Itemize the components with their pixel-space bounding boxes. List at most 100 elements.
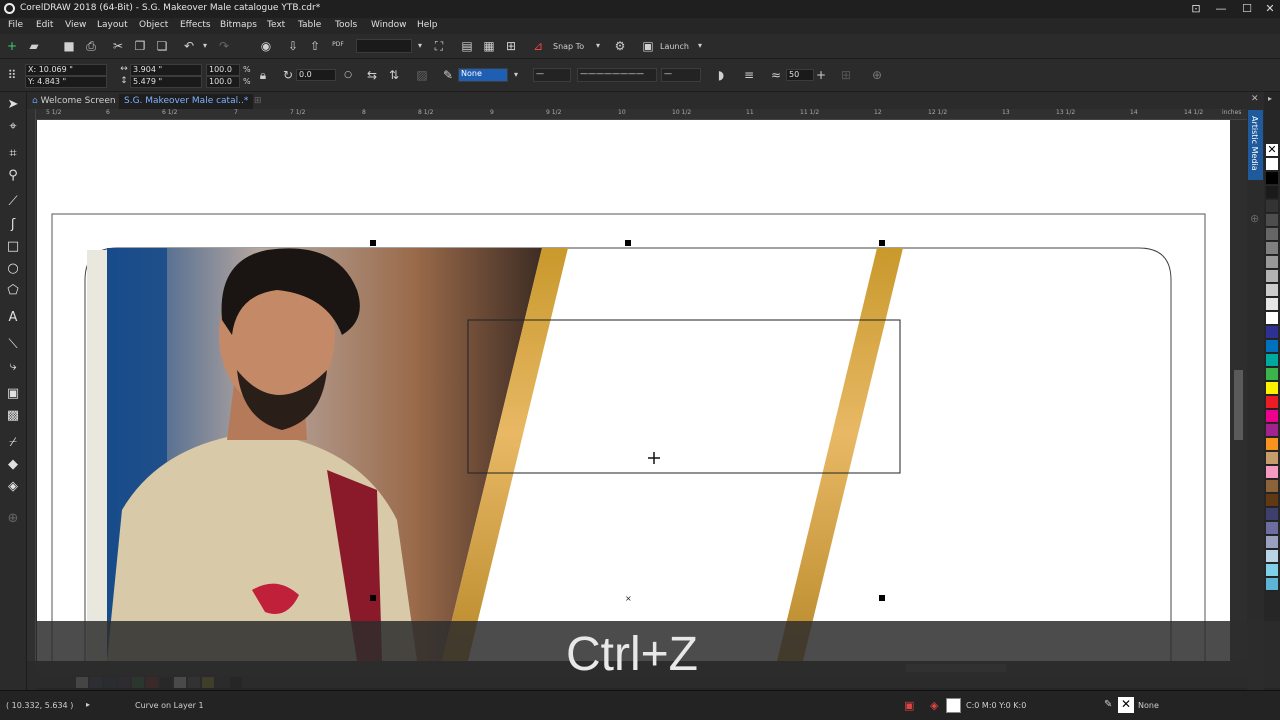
palette-swatch[interactable] — [1266, 270, 1278, 283]
save-icon[interactable]: ■ — [61, 38, 77, 54]
selection-handle[interactable] — [370, 240, 376, 246]
transparency-tool-icon[interactable]: ▩ — [4, 407, 22, 425]
fill-dropdown-icon[interactable]: ▾ — [508, 67, 524, 83]
palette-swatch[interactable] — [1266, 242, 1278, 255]
no-color-swatch[interactable]: ✕ — [1266, 144, 1278, 157]
menu-effects[interactable]: Effects — [180, 20, 211, 30]
zoom-level-field[interactable] — [356, 39, 412, 53]
lock-ratio-icon[interactable]: 🔒︎ — [255, 67, 271, 83]
palette-swatch[interactable] — [1266, 186, 1278, 199]
show-guidelines-icon[interactable]: ⊞ — [503, 38, 519, 54]
selection-handle[interactable] — [879, 240, 885, 246]
horizontal-ruler[interactable]: 5 1/2 6 6 1/2 7 7 1/2 8 8 1/2 9 9 1/2 10… — [36, 109, 1247, 120]
options-gear-icon[interactable]: ⚙ — [612, 38, 628, 54]
menu-tools[interactable]: Tools — [335, 20, 357, 30]
text-wrap-icon[interactable]: ≡ — [741, 67, 757, 83]
docker-close-icon[interactable]: ✕ — [1251, 94, 1259, 104]
palette-swatch[interactable] — [1266, 158, 1278, 171]
menu-file[interactable]: File — [8, 20, 23, 30]
palette-swatch[interactable] — [1266, 508, 1278, 521]
menu-window[interactable]: Window — [371, 20, 407, 30]
palette-swatch[interactable] — [1266, 368, 1278, 381]
add-tool-icon[interactable]: ⊕ — [4, 510, 22, 528]
palette-swatch[interactable] — [1266, 298, 1278, 311]
ellipse-tool-icon[interactable]: ○ — [4, 260, 22, 278]
menu-object[interactable]: Object — [139, 20, 168, 30]
palette-swatch[interactable] — [1266, 354, 1278, 367]
palette-swatch[interactable] — [1266, 550, 1278, 563]
mirror-horizontal-icon[interactable]: ⇆ — [364, 67, 380, 83]
selection-handle[interactable] — [879, 595, 885, 601]
dimension-tool-icon[interactable]: ⟍ — [4, 336, 22, 354]
quick-customize-icon[interactable]: ⊞ — [838, 67, 854, 83]
end-arrowhead-select[interactable]: — — [661, 68, 701, 82]
x-position-field[interactable]: X: 10.069 " — [25, 64, 107, 76]
add-icon[interactable]: ⊕ — [869, 67, 885, 83]
selection-handle[interactable] — [370, 595, 376, 601]
palette-swatch[interactable] — [1266, 172, 1278, 185]
close-button[interactable]: ✕ — [1257, 0, 1280, 18]
smoothing-icon[interactable]: ≈ — [768, 67, 784, 83]
publish-pdf-icon[interactable]: PDF — [330, 37, 346, 53]
menu-edit[interactable]: Edit — [36, 20, 53, 30]
palette-swatch[interactable] — [1266, 424, 1278, 437]
paste-icon[interactable]: ❏ — [154, 38, 170, 54]
connector-tool-icon[interactable]: ⤷ — [4, 358, 22, 376]
palette-swatch[interactable] — [1266, 452, 1278, 465]
palette-swatch[interactable] — [1266, 256, 1278, 269]
vertical-ruler[interactable] — [27, 109, 36, 661]
export-icon[interactable]: ⇧ — [307, 38, 323, 54]
palette-scroll-up-icon[interactable]: ▸ — [1268, 94, 1272, 103]
minimize-button[interactable]: — — [1208, 0, 1234, 18]
object-origin-icon[interactable]: ⠿ — [4, 67, 20, 83]
rotation-field[interactable]: 0.0 — [296, 69, 336, 81]
palette-swatch[interactable] — [1266, 494, 1278, 507]
snap-to-label[interactable]: Snap To — [553, 42, 584, 51]
launch-label[interactable]: Launch — [660, 42, 689, 51]
palette-swatch[interactable] — [1266, 200, 1278, 213]
eyedropper-tool-icon[interactable]: ⌿ — [4, 434, 22, 452]
shape-tool-icon[interactable]: ⌖ — [4, 118, 22, 136]
import-icon[interactable]: ⇩ — [285, 38, 301, 54]
palette-swatch[interactable] — [1266, 382, 1278, 395]
rotation-center-icon[interactable]: ○ — [340, 67, 356, 83]
y-position-field[interactable]: Y: 4.843 " — [25, 76, 107, 88]
palette-swatch[interactable] — [1266, 536, 1278, 549]
smart-fill-tool-icon[interactable]: ◈ — [4, 478, 22, 496]
fill-icon[interactable]: ◈ — [930, 699, 938, 712]
tab-welcome-screen[interactable]: ⌂ Welcome Screen — [27, 94, 121, 109]
palette-swatch[interactable] — [1266, 480, 1278, 493]
wrap-text-icon[interactable]: ▨ — [414, 67, 430, 83]
line-style-select[interactable]: ———————— — [577, 68, 657, 82]
launch-icon[interactable]: ▣ — [640, 38, 656, 54]
smoothing-field[interactable]: 50 — [786, 69, 814, 81]
freehand-tool-icon[interactable]: ⟋ — [4, 193, 22, 211]
undo-icon[interactable]: ↶ — [181, 38, 197, 54]
zoom-dropdown-icon[interactable]: ▾ — [412, 38, 428, 54]
status-arrow-icon[interactable]: ▸ — [86, 700, 90, 709]
launch-dropdown-icon[interactable]: ▾ — [692, 38, 708, 54]
palette-swatch[interactable] — [1266, 438, 1278, 451]
scale-x-field[interactable]: 100.0 — [206, 64, 240, 76]
width-field[interactable]: 3.904 " — [130, 64, 202, 76]
palette-swatch[interactable] — [1266, 326, 1278, 339]
palette-swatch[interactable] — [1266, 564, 1278, 577]
open-folder-icon[interactable]: ▰ — [26, 38, 42, 54]
copy-icon[interactable]: ❐ — [132, 38, 148, 54]
docker-tab-artistic-media[interactable]: Artistic Media — [1248, 110, 1263, 180]
close-curve-icon[interactable]: ◗ — [713, 67, 729, 83]
show-rulers-icon[interactable]: ▤ — [459, 38, 475, 54]
menu-bitmaps[interactable]: Bitmaps — [220, 20, 257, 30]
scrollbar-thumb[interactable] — [1234, 370, 1243, 440]
palette-swatch[interactable] — [1266, 228, 1278, 241]
palette-swatch[interactable] — [1266, 340, 1278, 353]
docker-add-icon[interactable]: ⊕ — [1250, 212, 1259, 225]
palette-swatch[interactable] — [1266, 578, 1278, 591]
fill-select-field[interactable]: None — [458, 68, 508, 82]
crop-tool-icon[interactable]: ⌗ — [4, 145, 22, 163]
rectangle-tool-icon[interactable]: □ — [4, 238, 22, 256]
mirror-vertical-icon[interactable]: ⇅ — [386, 67, 402, 83]
text-tool-icon[interactable]: A — [4, 309, 22, 327]
outline-pen-status-icon[interactable]: ✎ — [1104, 699, 1112, 710]
selection-handle[interactable] — [625, 240, 631, 246]
